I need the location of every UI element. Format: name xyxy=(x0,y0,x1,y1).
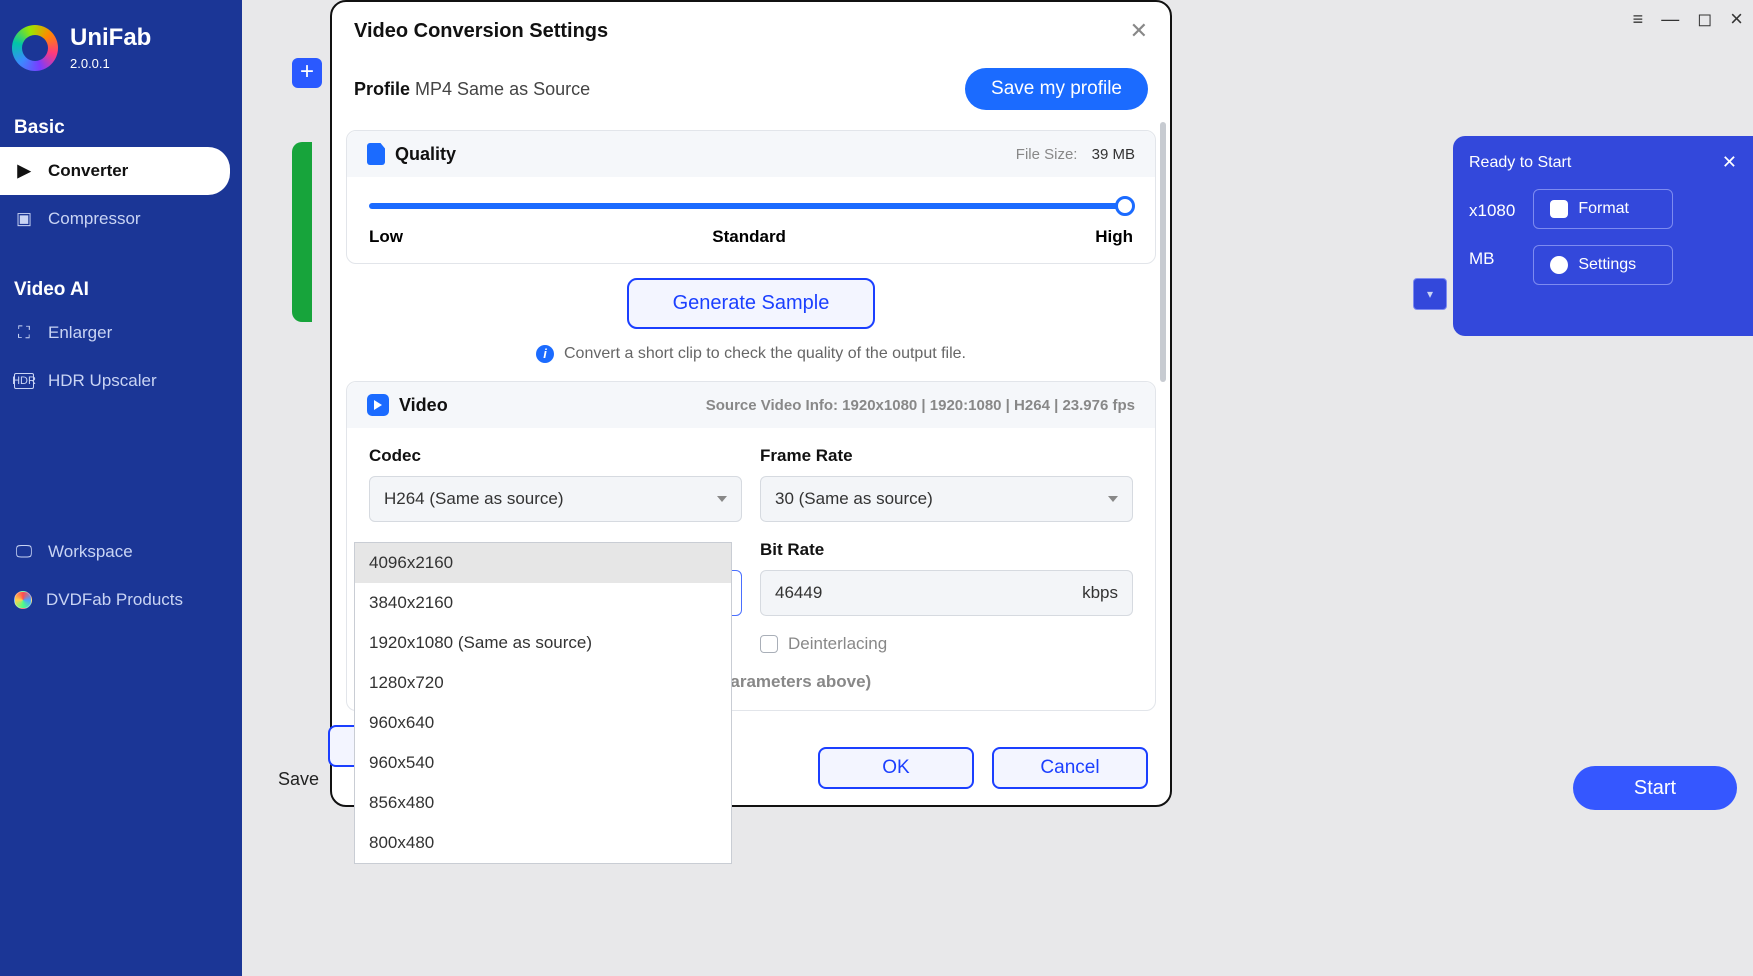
profile-row: Profile MP4 Same as Source xyxy=(354,79,590,100)
start-button[interactable]: Start xyxy=(1573,766,1737,810)
framerate-label: Frame Rate xyxy=(760,446,1133,466)
sidebar: UniFab 2.0.0.1 Basic ▶ Converter ▣ Compr… xyxy=(0,0,242,976)
file-icon xyxy=(367,143,385,165)
quality-heading: Quality xyxy=(395,144,456,165)
format-label: Format xyxy=(1578,200,1629,218)
scrollbar[interactable] xyxy=(1160,122,1166,382)
video-heading: Video xyxy=(399,395,448,416)
app-logo-icon xyxy=(12,25,58,71)
resolution-option[interactable]: 856x480 xyxy=(355,783,731,823)
slider-thumb[interactable] xyxy=(1115,196,1135,216)
app-name: UniFab xyxy=(70,24,151,52)
hdr-icon: HDR xyxy=(14,373,34,389)
resolution-option[interactable]: 3840x2160 xyxy=(355,583,731,623)
resolution-option[interactable]: 960x640 xyxy=(355,703,731,743)
bitrate-input[interactable]: 46449 kbps xyxy=(760,570,1133,616)
button-fragment xyxy=(328,725,354,767)
resolution-option[interactable]: 960x540 xyxy=(355,743,731,783)
cancel-button[interactable]: Cancel xyxy=(992,747,1148,789)
bitrate-label: Bit Rate xyxy=(760,540,1133,560)
profile-label: Profile xyxy=(354,79,410,99)
resolution-dropdown: 4096x2160 3840x2160 1920x1080 (Same as s… xyxy=(354,542,732,864)
sidebar-heading-basic: Basic xyxy=(0,109,242,147)
play-icon xyxy=(1550,200,1568,218)
settings-label: Settings xyxy=(1578,256,1636,274)
save-label: Save xyxy=(278,769,319,790)
param-hint: parameters above) xyxy=(720,672,1133,692)
ready-label: Ready to Start xyxy=(1469,154,1571,172)
sidebar-item-hdr[interactable]: HDR HDR Upscaler xyxy=(0,357,242,405)
slider-standard: Standard xyxy=(712,227,786,247)
converter-icon: ▶ xyxy=(14,163,34,179)
close-icon[interactable]: ✕ xyxy=(1722,152,1737,173)
ok-button[interactable]: OK xyxy=(818,747,974,789)
app-version: 2.0.0.1 xyxy=(70,56,151,71)
close-icon[interactable]: ✕ xyxy=(1130,18,1148,44)
deinterlacing-checkbox[interactable] xyxy=(760,635,778,653)
slider-low: Low xyxy=(369,227,403,247)
enlarger-icon: ⛶ xyxy=(14,325,34,341)
add-button[interactable]: + xyxy=(292,58,322,88)
sidebar-heading-ai: Video AI xyxy=(0,271,242,309)
resolution-option[interactable]: 1920x1080 (Same as source) xyxy=(355,623,731,663)
sidebar-item-label: Enlarger xyxy=(48,323,112,343)
sidebar-item-enlarger[interactable]: ⛶ Enlarger xyxy=(0,309,242,357)
bitrate-value: 46449 xyxy=(775,583,822,603)
sidebar-item-workspace[interactable]: 🖵 Workspace xyxy=(0,528,242,576)
format-button[interactable]: Format xyxy=(1533,189,1673,229)
info-icon: i xyxy=(536,345,554,363)
filesize-label: File Size: xyxy=(1016,146,1078,163)
codec-label: Codec xyxy=(369,446,742,466)
sidebar-item-dvdfab[interactable]: DVDFab Products xyxy=(0,576,242,624)
sidebar-item-label: Compressor xyxy=(48,209,141,229)
settings-modal: Video Conversion Settings ✕ Profile MP4 … xyxy=(330,0,1172,807)
codec-value: H264 (Same as source) xyxy=(384,489,564,508)
quality-panel: Quality File Size: 39 MB Low Standard Hi… xyxy=(346,130,1156,264)
small-dropdown[interactable]: ▾ xyxy=(1413,278,1447,310)
framerate-select[interactable]: 30 (Same as source) xyxy=(760,476,1133,522)
settings-button[interactable]: Settings xyxy=(1533,245,1673,285)
modal-title: Video Conversion Settings xyxy=(354,20,608,43)
size-info: MB xyxy=(1469,249,1515,269)
deinterlacing-label: Deinterlacing xyxy=(788,634,887,654)
sidebar-item-compressor[interactable]: ▣ Compressor xyxy=(0,195,242,243)
video-icon xyxy=(367,394,389,416)
sidebar-item-label: Converter xyxy=(48,161,128,181)
sidebar-item-label: Workspace xyxy=(48,542,133,562)
sidebar-item-label: HDR Upscaler xyxy=(48,371,157,391)
info-text: Convert a short clip to check the qualit… xyxy=(564,345,966,363)
sidebar-item-label: DVDFab Products xyxy=(46,590,183,610)
filesize-value: 39 MB xyxy=(1092,146,1135,163)
gear-icon xyxy=(1550,256,1568,274)
deinterlacing-row[interactable]: Deinterlacing xyxy=(760,634,1133,654)
task-strip xyxy=(292,142,312,322)
slider-high: High xyxy=(1095,227,1133,247)
resolution-option[interactable]: 4096x2160 xyxy=(355,543,731,583)
generate-sample-button[interactable]: Generate Sample xyxy=(627,278,876,329)
quality-slider[interactable] xyxy=(369,203,1133,209)
codec-select[interactable]: H264 (Same as source) xyxy=(369,476,742,522)
res-info: x1080 xyxy=(1469,201,1515,221)
right-panel: Ready to Start ✕ x1080 MB Format Setting… xyxy=(1453,136,1753,336)
sidebar-item-converter[interactable]: ▶ Converter xyxy=(0,147,230,195)
dvdfab-icon xyxy=(14,591,32,609)
source-info: Source Video Info: 1920x1080 | 1920:1080… xyxy=(706,397,1135,414)
file-size: File Size: 39 MB xyxy=(1016,146,1135,163)
workspace-icon: 🖵 xyxy=(14,544,34,560)
resolution-option[interactable]: 800x480 xyxy=(355,823,731,863)
framerate-value: 30 (Same as source) xyxy=(775,489,933,508)
save-profile-button[interactable]: Save my profile xyxy=(965,68,1148,110)
profile-value: MP4 Same as Source xyxy=(415,79,590,99)
resolution-option[interactable]: 1280x720 xyxy=(355,663,731,703)
compressor-icon: ▣ xyxy=(14,211,34,227)
bitrate-unit: kbps xyxy=(1082,583,1118,603)
